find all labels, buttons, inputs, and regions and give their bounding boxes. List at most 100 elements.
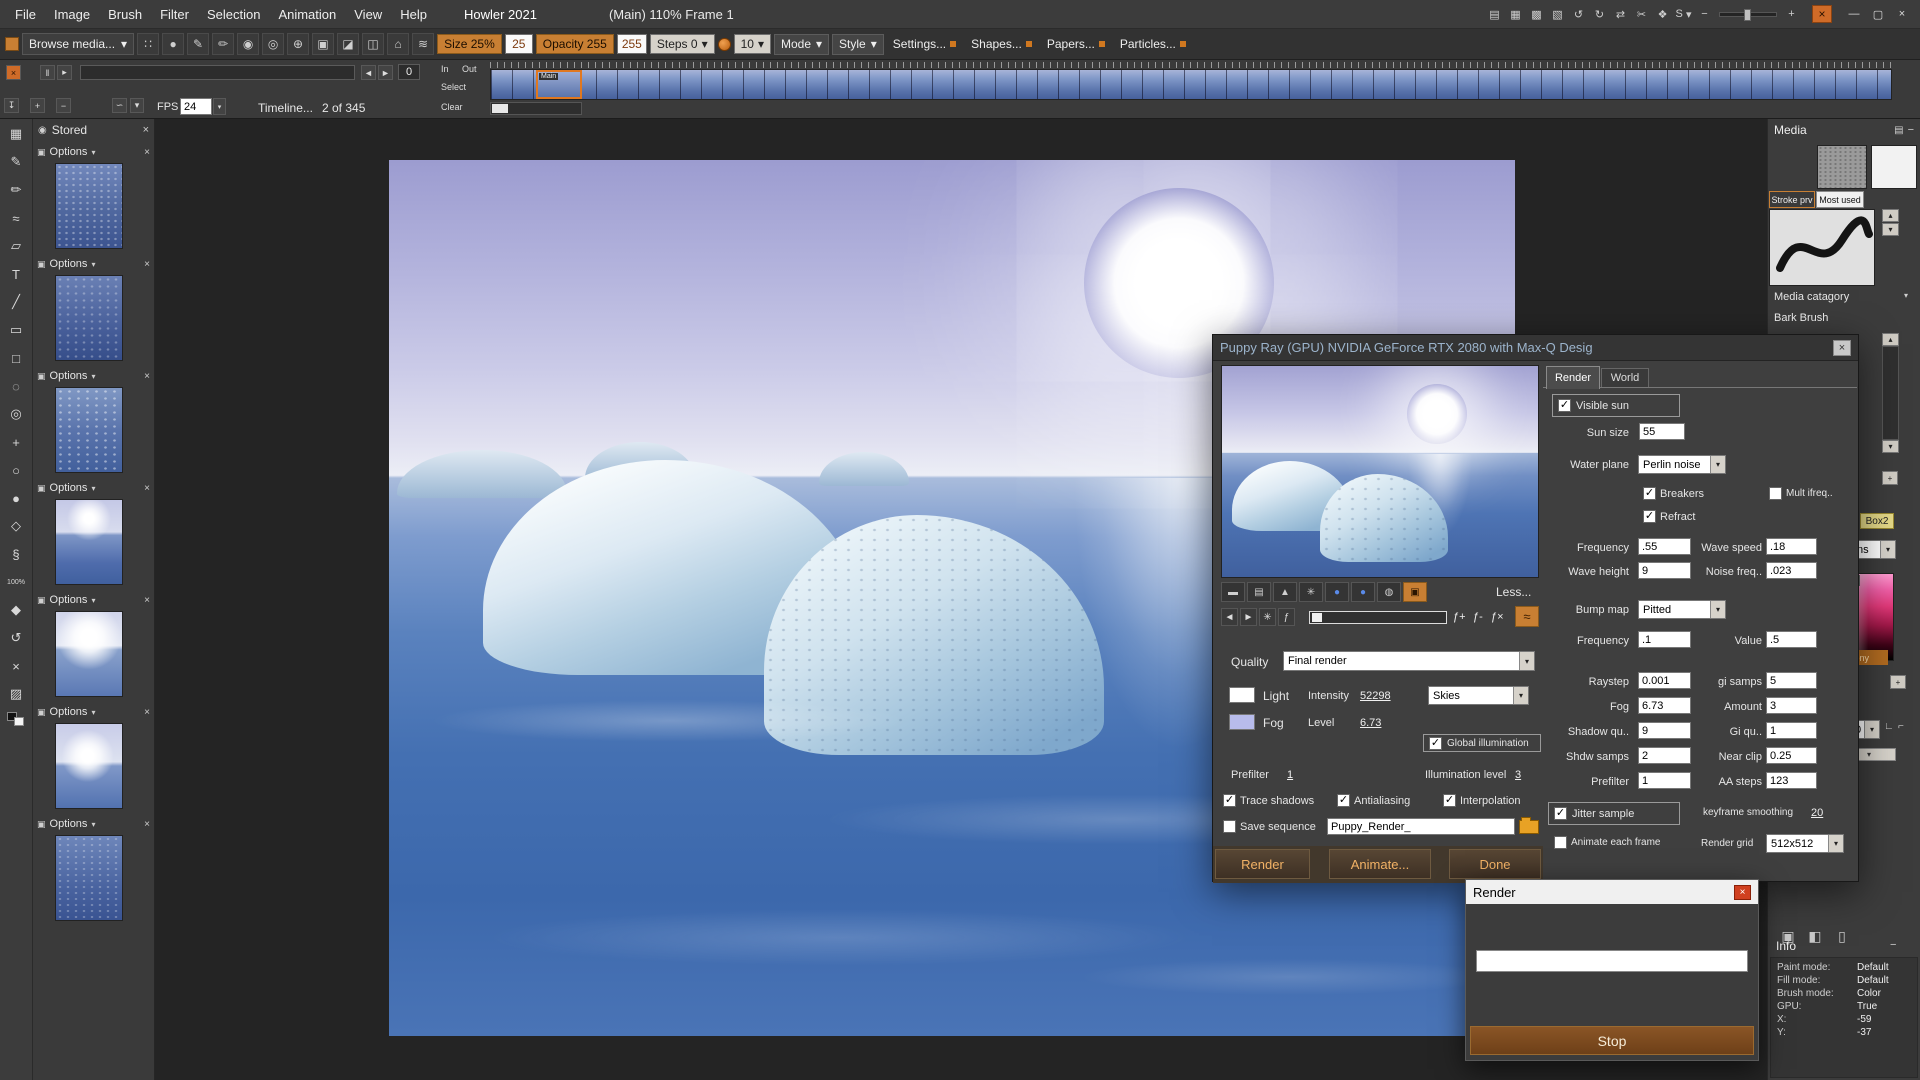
stored-thumbnail[interactable]: [55, 163, 123, 249]
grip-icon[interactable]: ▤: [1894, 125, 1903, 136]
scroll-down-icon[interactable]: ▾: [1882, 440, 1899, 453]
close-icon[interactable]: ×: [144, 595, 150, 606]
tool-zoom-100-icon[interactable]: 100%: [4, 572, 28, 592]
sequence-name-input[interactable]: [1327, 818, 1515, 835]
done-button[interactable]: Done: [1449, 849, 1541, 879]
soft-brush-icon[interactable]: ◎: [262, 33, 284, 55]
layers-icon[interactable]: ▣: [37, 259, 46, 270]
tool-zoom-icon[interactable]: ◎: [4, 404, 28, 424]
tool-diamond-icon[interactable]: ◇: [4, 516, 28, 536]
size-chip[interactable]: Size 25%: [437, 34, 502, 54]
close-icon[interactable]: ×: [144, 371, 150, 382]
in-label[interactable]: In: [441, 64, 449, 74]
nav-fn-icon[interactable]: ƒ: [1278, 608, 1295, 626]
close-document-button[interactable]: ×: [1812, 5, 1832, 23]
mode-globe-icon[interactable]: ●: [1351, 582, 1375, 602]
window-minimize-button[interactable]: —: [1842, 5, 1866, 24]
close-icon[interactable]: ×: [144, 483, 150, 494]
next-frame-icon[interactable]: ►: [378, 65, 393, 80]
dab-icon[interactable]: ∷: [137, 33, 159, 55]
chevron-down-icon[interactable]: ▾: [91, 820, 95, 829]
stored-thumbnail[interactable]: [55, 275, 123, 361]
prev-frame-icon[interactable]: ◄: [361, 65, 376, 80]
tool-circle-icon[interactable]: ○: [4, 460, 28, 480]
frame-scrubber[interactable]: [80, 65, 355, 80]
options-label[interactable]: Options: [50, 482, 88, 494]
opacity-value[interactable]: 255: [617, 34, 647, 54]
collapse-icon[interactable]: −: [1890, 939, 1896, 951]
layers-icon[interactable]: ▣: [37, 371, 46, 382]
prefilter-link[interactable]: 1: [1287, 769, 1293, 781]
screen-icon[interactable]: ▧: [1547, 5, 1568, 24]
zoom-in-icon[interactable]: +: [1781, 5, 1802, 24]
chevron-down-icon[interactable]: ▾: [91, 708, 95, 717]
aa-steps-input[interactable]: [1766, 772, 1817, 789]
collapse-icon[interactable]: −: [1908, 124, 1914, 136]
window-maximize-button[interactable]: ▢: [1866, 5, 1890, 24]
selected-frame[interactable]: Main: [536, 70, 582, 99]
angle2-icon[interactable]: ⌐: [1898, 721, 1904, 732]
script-menu[interactable]: S ▾: [1673, 5, 1694, 24]
tab-stroke-preview[interactable]: Stroke prv: [1769, 191, 1815, 208]
scroll-down-icon[interactable]: ▾: [1882, 223, 1899, 236]
options-label[interactable]: Options: [50, 818, 88, 830]
media-category-label[interactable]: Media catagory: [1774, 291, 1849, 303]
texture-icon[interactable]: ≋: [412, 33, 434, 55]
zoom-slider-handle[interactable]: [1744, 9, 1751, 21]
options-label[interactable]: Options: [50, 594, 88, 606]
color-sphere-icon[interactable]: [718, 38, 731, 51]
shdw-samps-input[interactable]: [1638, 747, 1691, 764]
tool-pen-icon[interactable]: ✎: [4, 152, 28, 172]
steps-chip[interactable]: Steps 0 ▾: [650, 34, 715, 54]
fn-sub-button[interactable]: ƒ-: [1473, 611, 1483, 623]
sun-size-input[interactable]: [1639, 423, 1685, 440]
close-icon[interactable]: ×: [143, 124, 149, 136]
prefilter2-input[interactable]: [1638, 772, 1691, 789]
particles-button[interactable]: Particles...: [1114, 34, 1192, 55]
new-doc-icon[interactable]: ▯: [1831, 925, 1853, 947]
fg-bg-swatches[interactable]: [7, 712, 25, 726]
near-clip-input[interactable]: [1766, 747, 1817, 764]
mode-camera-icon[interactable]: ▣: [1403, 582, 1427, 602]
bg-swatch[interactable]: [14, 717, 24, 726]
layers-icon[interactable]: ▣: [37, 819, 46, 830]
tool-roundrect-icon[interactable]: □: [4, 348, 28, 368]
settings-button[interactable]: Settings...: [887, 34, 962, 55]
noise-freq-input[interactable]: [1766, 562, 1817, 579]
add-icon[interactable]: +: [1890, 675, 1906, 689]
style-select[interactable]: Style ▾: [832, 34, 884, 55]
timeline-scrollbar[interactable]: [490, 102, 582, 115]
angle-icon[interactable]: ∟: [1884, 721, 1894, 732]
gi-qu-input[interactable]: [1766, 722, 1817, 739]
close-icon[interactable]: ×: [144, 819, 150, 830]
keyframe-slider[interactable]: [1309, 611, 1447, 624]
play-icon[interactable]: ▸: [57, 65, 72, 80]
zoom-out-icon[interactable]: −: [1694, 5, 1715, 24]
grid-icon[interactable]: ▦: [1505, 5, 1526, 24]
pause-icon[interactable]: ‖: [40, 65, 55, 80]
size-value[interactable]: 25: [505, 34, 533, 54]
options-label[interactable]: Options: [50, 146, 88, 158]
wave-button[interactable]: ≈: [1515, 606, 1539, 627]
scroll-up-icon[interactable]: ▴: [1882, 333, 1899, 346]
options-label[interactable]: Options: [50, 370, 88, 382]
mode-lines-icon[interactable]: ▤: [1247, 582, 1271, 602]
global-illumination-checkbox[interactable]: ✓: [1429, 737, 1442, 750]
tool-dot-icon[interactable]: ●: [4, 488, 28, 508]
tab-most-used[interactable]: Most used: [1816, 191, 1864, 208]
key-icon[interactable]: ∽: [112, 98, 127, 113]
home-icon[interactable]: ⌂: [387, 33, 409, 55]
tool-undo-icon[interactable]: ↺: [4, 628, 28, 648]
zoom-slider[interactable]: [1719, 12, 1777, 17]
mode-star-icon[interactable]: ✳: [1299, 582, 1323, 602]
layers-icon[interactable]: ▣: [37, 147, 46, 158]
jitter-sample-checkbox[interactable]: ✓: [1554, 807, 1567, 820]
tool-curve-icon[interactable]: ≈: [4, 208, 28, 228]
airbrush-icon[interactable]: ◉: [237, 33, 259, 55]
less-link[interactable]: Less...: [1496, 585, 1531, 599]
spacing-select[interactable]: 10 ▾: [734, 34, 771, 54]
media-thumb-texture[interactable]: [1817, 145, 1867, 189]
save-sequence-checkbox[interactable]: [1223, 820, 1236, 833]
tool-gradient-icon[interactable]: ▨: [4, 684, 28, 704]
render-grid-select[interactable]: 512x512 ▾: [1766, 834, 1844, 853]
